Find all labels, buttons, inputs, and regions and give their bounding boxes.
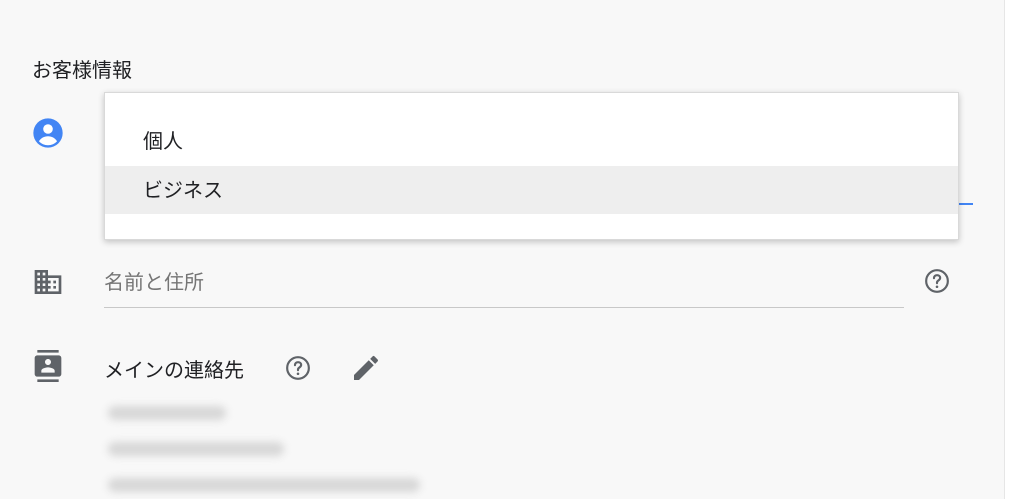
account-circle-icon (32, 117, 64, 149)
dropdown-option-label: ビジネス (143, 178, 223, 202)
blurred-contact-email (108, 478, 420, 492)
name-address-placeholder: 名前と住所 (104, 270, 204, 294)
scrollbar[interactable] (1004, 0, 1024, 499)
main-contact-title: メインの連絡先 (104, 358, 244, 382)
dropdown-option-business[interactable]: ビジネス (105, 166, 958, 214)
blurred-contact-name (108, 406, 226, 420)
name-address-field[interactable]: 名前と住所 (104, 262, 904, 310)
section-title: お客様情報 (32, 58, 132, 82)
pencil-icon[interactable] (350, 352, 382, 384)
blurred-contact-phone (108, 442, 284, 456)
account-type-dropdown[interactable]: 個人 ビジネス (104, 92, 959, 240)
contact-card-icon (32, 350, 64, 382)
page: お客様情報 名前と住所 メインの連絡先 個人 ビジネス (0, 0, 1004, 499)
building-icon (32, 266, 64, 298)
name-address-underline (104, 307, 904, 308)
main-contact-help-icon[interactable] (285, 355, 311, 381)
dropdown-option-individual[interactable]: 個人 (105, 117, 958, 165)
name-address-help-icon[interactable] (924, 268, 950, 294)
dropdown-option-label: 個人 (143, 129, 183, 153)
